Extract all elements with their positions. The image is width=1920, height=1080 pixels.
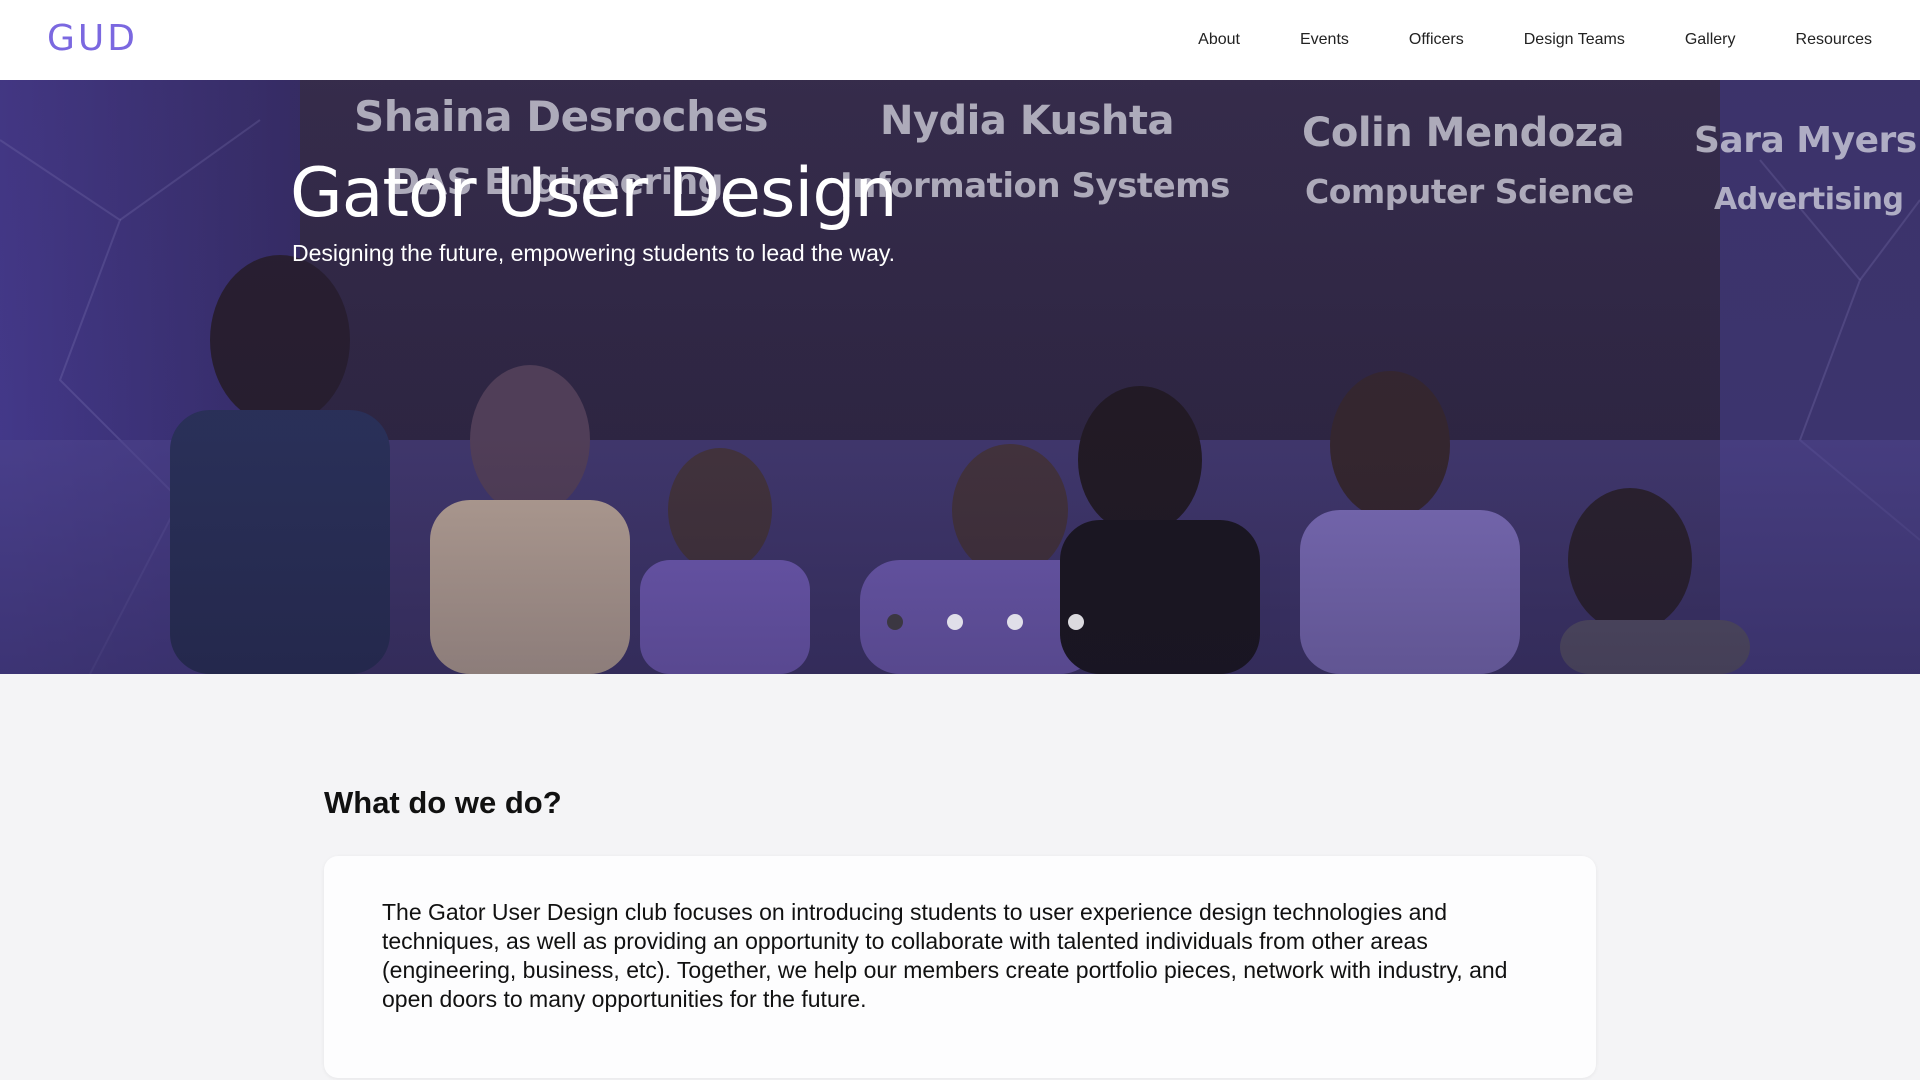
carousel-dot-4[interactable] bbox=[1068, 614, 1084, 630]
nav-about[interactable]: About bbox=[1198, 31, 1240, 49]
hero-subtitle: Designing the future, empowering student… bbox=[292, 240, 896, 266]
nav-gallery[interactable]: Gallery bbox=[1685, 31, 1736, 49]
carousel-indicators bbox=[0, 614, 1920, 634]
bg-major-label: Advertising bbox=[1714, 182, 1904, 217]
bg-name-label: Colin Mendoza bbox=[1302, 110, 1624, 156]
bg-name-label: Sara Myers bbox=[1694, 120, 1917, 161]
main-nav: About Events Officers Design Teams Galle… bbox=[1138, 0, 1872, 80]
bg-name-label: Shaina Desroches bbox=[354, 92, 768, 141]
logo-text: GUD bbox=[47, 18, 138, 59]
about-heading: What do we do? bbox=[324, 785, 562, 820]
site-header: GUD About Events Officers Design Teams G… bbox=[0, 0, 1920, 80]
bg-major-label: Information Systems bbox=[840, 166, 1230, 206]
carousel-dot-2[interactable] bbox=[947, 614, 963, 630]
bg-name-label: Nydia Kushta bbox=[880, 98, 1174, 144]
nav-events[interactable]: Events bbox=[1300, 31, 1349, 49]
nav-resources[interactable]: Resources bbox=[1796, 31, 1872, 49]
hero-title: Gator User Design bbox=[290, 154, 898, 233]
nav-officers[interactable]: Officers bbox=[1409, 31, 1464, 49]
bg-major-label: Computer Science bbox=[1305, 172, 1634, 211]
gud-logo[interactable]: GUD bbox=[47, 18, 138, 59]
about-description: The Gator User Design club focuses on in… bbox=[382, 899, 1508, 1012]
carousel-dot-3[interactable] bbox=[1007, 614, 1023, 630]
carousel-dot-1[interactable] bbox=[887, 614, 903, 630]
about-card: The Gator User Design club focuses on in… bbox=[324, 856, 1596, 1078]
nav-design-teams[interactable]: Design Teams bbox=[1524, 31, 1625, 49]
hero-carousel: Shaina Desroches DAS Engineering Nydia K… bbox=[0, 80, 1920, 674]
